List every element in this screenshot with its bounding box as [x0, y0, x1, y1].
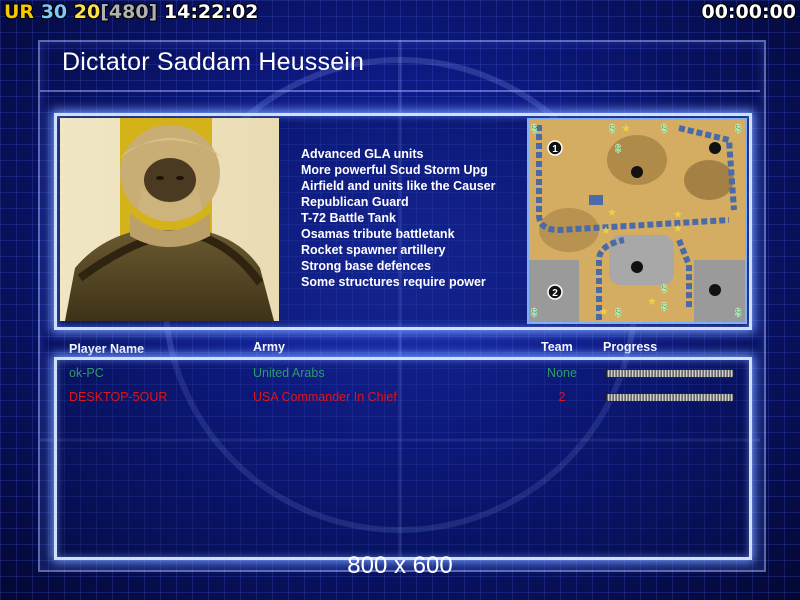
- svg-text:★: ★: [601, 224, 611, 237]
- svg-text:★: ★: [647, 295, 657, 308]
- hud-value-480: [480]: [100, 1, 158, 23]
- feature-item: Airfield and units like the Causer: [301, 179, 496, 193]
- svg-text:$: $: [735, 123, 741, 135]
- header-army: Army: [253, 340, 285, 354]
- general-portrait: [60, 118, 279, 321]
- minimap-terrain: 1 2 $ $ $ $ $ $ $ $ $ $ ★ ★ ★ ★ ★ ★ ★: [529, 120, 745, 322]
- svg-text:$: $: [735, 307, 741, 319]
- hud-value-30: 30: [40, 1, 68, 23]
- players-list-panel: [54, 357, 752, 560]
- svg-text:$: $: [661, 301, 667, 313]
- svg-text:★: ★: [673, 208, 683, 221]
- minimap-start-1: 1: [552, 144, 558, 155]
- page-title: Dictator Saddam Heussein: [62, 48, 365, 76]
- player-row[interactable]: ok-PC United Arabs None: [0, 366, 800, 384]
- player-team[interactable]: 2: [540, 390, 584, 404]
- hud-ur-label: UR: [4, 1, 35, 23]
- resolution-label: 800 x 600: [347, 552, 453, 579]
- player-team[interactable]: None: [540, 366, 584, 380]
- svg-text:★: ★: [607, 206, 617, 219]
- feature-item: Some structures require power: [301, 275, 486, 289]
- minimap-start-2: 2: [552, 288, 558, 299]
- portrait-image: [60, 118, 279, 321]
- svg-text:$: $: [661, 123, 667, 135]
- player-progress-bar: [606, 393, 734, 402]
- feature-item: Republican Guard: [301, 195, 409, 209]
- hud-value-20: 20: [73, 1, 101, 23]
- player-row[interactable]: DESKTOP-5OUR USA Commander In Chief 2: [0, 390, 800, 408]
- player-name: ok-PC: [69, 366, 104, 380]
- hud-timer: 00:00:00: [701, 1, 796, 23]
- player-progress-bar: [606, 369, 734, 378]
- header-player-name: Player Name: [69, 342, 145, 356]
- general-feature-list: Advanced GLA units More powerful Scud Sto…: [301, 146, 496, 290]
- player-name: DESKTOP-5OUR: [69, 390, 168, 404]
- title-divider: [40, 90, 760, 92]
- svg-text:★: ★: [599, 305, 609, 318]
- svg-text:$: $: [661, 283, 667, 295]
- player-army[interactable]: United Arabs: [253, 366, 325, 380]
- feature-item: Advanced GLA units: [301, 147, 424, 161]
- minimap[interactable]: 1 2 $ $ $ $ $ $ $ $ $ $ ★ ★ ★ ★ ★ ★ ★: [527, 118, 747, 324]
- hud-stats: UR 30 20[480] 14:22:02: [4, 0, 258, 24]
- svg-text:★: ★: [621, 122, 631, 135]
- svg-text:$: $: [615, 143, 621, 155]
- feature-item: More powerful Scud Storm Upg: [301, 163, 488, 177]
- player-army[interactable]: USA Commander In Chief: [253, 390, 397, 404]
- hud-clock: 14:22:02: [163, 1, 259, 23]
- svg-text:$: $: [609, 123, 615, 135]
- svg-text:★: ★: [673, 222, 683, 235]
- svg-text:$: $: [531, 123, 537, 135]
- feature-item: Osamas tribute battletank: [301, 227, 455, 241]
- header-team: Team: [541, 340, 573, 354]
- header-progress: Progress: [603, 340, 658, 354]
- feature-item: Rocket spawner artillery: [301, 243, 446, 257]
- svg-text:$: $: [615, 307, 621, 319]
- feature-item: Strong base defences: [301, 259, 431, 273]
- svg-text:$: $: [531, 307, 537, 319]
- feature-item: T-72 Battle Tank: [301, 211, 396, 225]
